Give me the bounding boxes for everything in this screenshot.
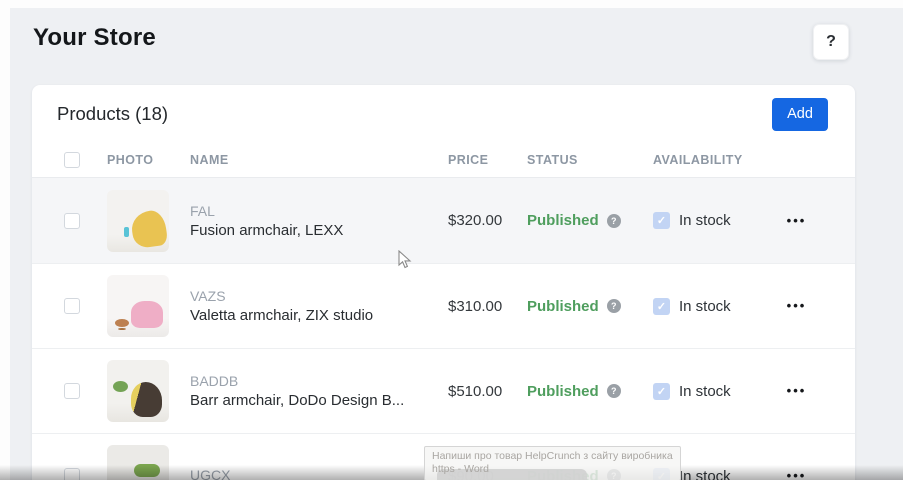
product-sku: BADDB xyxy=(190,373,448,389)
product-name: Valetta armchair, ZIX studio xyxy=(190,307,448,324)
products-card: Products (18) Add PHOTO NAME PRICE STATU… xyxy=(32,85,855,480)
availability-label: In stock xyxy=(679,298,731,315)
product-name: Fusion armchair, LEXX xyxy=(190,222,448,239)
row-actions-menu-icon[interactable]: ••• xyxy=(787,383,807,398)
product-sku: FAL xyxy=(190,203,448,219)
availability-label: In stock xyxy=(679,383,731,400)
column-header-photo: PHOTO xyxy=(107,153,190,167)
status-help-icon[interactable]: ? xyxy=(607,384,621,398)
product-photo xyxy=(107,445,169,480)
product-price: $320.00 xyxy=(448,212,527,229)
status-help-icon[interactable]: ? xyxy=(607,299,621,313)
row-actions-menu-icon[interactable]: ••• xyxy=(787,298,807,313)
table-row[interactable]: BADDB Barr armchair, DoDo Design B... $5… xyxy=(32,348,855,433)
tooltip-line-2: https - Word xyxy=(432,463,673,476)
row-checkbox[interactable] xyxy=(64,468,80,480)
product-price: $310.00 xyxy=(448,298,527,315)
in-stock-checkbox[interactable]: ✓ xyxy=(653,383,670,400)
availability-label: In stock xyxy=(679,468,731,480)
row-actions-menu-icon[interactable]: ••• xyxy=(787,213,807,228)
table-header-row: PHOTO NAME PRICE STATUS AVAILABILITY xyxy=(32,143,855,178)
status-badge: Published xyxy=(527,383,599,400)
help-button[interactable]: ? xyxy=(813,24,849,60)
table-row[interactable]: FAL Fusion armchair, LEXX $320.00 Publis… xyxy=(32,178,855,263)
column-header-availability: AVAILABILITY xyxy=(653,153,763,167)
product-photo xyxy=(107,275,169,337)
row-checkbox[interactable] xyxy=(64,383,80,399)
status-help-icon[interactable]: ? xyxy=(607,214,621,228)
product-price: $510.00 xyxy=(448,383,527,400)
table-body: FAL Fusion armchair, LEXX $320.00 Publis… xyxy=(32,178,855,480)
in-stock-checkbox[interactable]: ✓ xyxy=(653,212,670,229)
row-actions-menu-icon[interactable]: ••• xyxy=(787,468,807,480)
product-name: Barr armchair, DoDo Design B... xyxy=(190,392,448,409)
video-edge-left xyxy=(0,0,10,480)
status-badge: Published xyxy=(527,298,599,315)
product-sku: VAZS xyxy=(190,288,448,304)
product-sku: UGCX xyxy=(190,467,448,480)
video-edge-top xyxy=(0,0,903,8)
question-mark-icon: ? xyxy=(826,33,836,51)
column-header-price: PRICE xyxy=(448,153,527,167)
product-photo xyxy=(107,360,169,422)
word-taskbar-tooltip: Напиши про товар HelpCrunch з сайту виро… xyxy=(424,446,681,480)
row-checkbox[interactable] xyxy=(64,213,80,229)
products-count-title: Products (18) xyxy=(57,103,168,125)
page-title: Your Store xyxy=(33,24,156,52)
table-row[interactable]: VAZS Valetta armchair, ZIX studio $310.0… xyxy=(32,263,855,348)
column-header-status: STATUS xyxy=(527,153,653,167)
column-header-name: NAME xyxy=(190,153,448,167)
status-badge: Published xyxy=(527,212,599,229)
card-header: Products (18) Add xyxy=(32,85,855,143)
tooltip-line-1: Напиши про товар HelpCrunch з сайту виро… xyxy=(432,450,673,463)
product-photo xyxy=(107,190,169,252)
in-stock-checkbox[interactable]: ✓ xyxy=(653,298,670,315)
select-all-checkbox[interactable] xyxy=(64,152,80,168)
availability-label: In stock xyxy=(679,212,731,229)
add-product-button[interactable]: Add xyxy=(772,98,828,131)
row-checkbox[interactable] xyxy=(64,298,80,314)
